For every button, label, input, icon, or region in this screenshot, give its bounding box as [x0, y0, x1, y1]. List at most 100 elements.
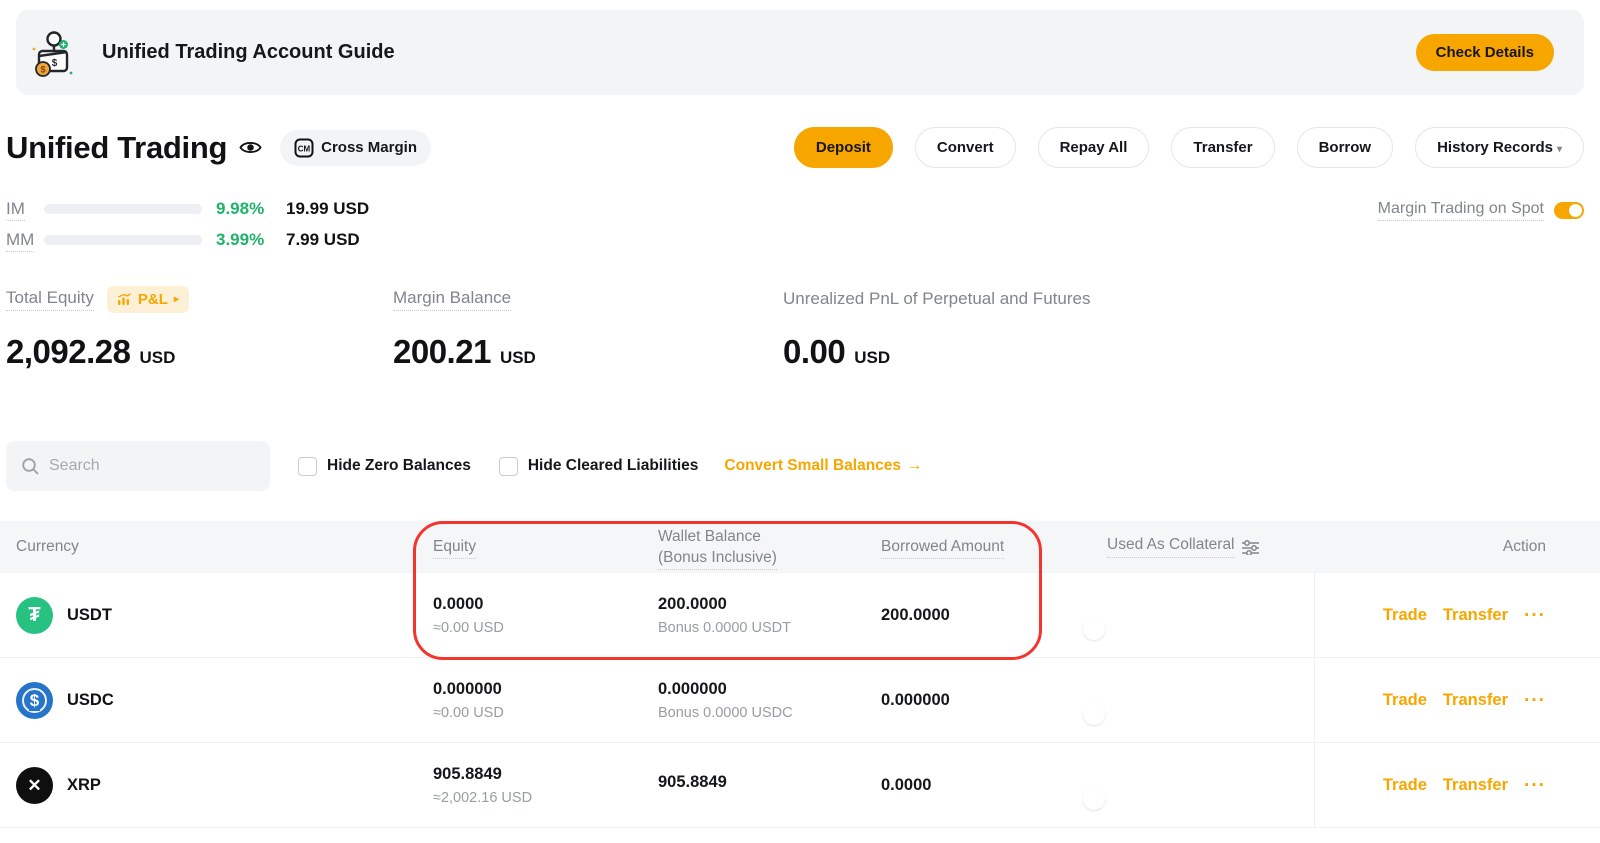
chevron-down-icon: ▾ [1557, 144, 1562, 155]
convert-small-balances-link[interactable]: Convert Small Balances → [724, 457, 922, 475]
hide-cleared-liabilities-checkbox[interactable] [499, 457, 518, 476]
pnl-badge[interactable]: P&L▸ [107, 286, 189, 313]
table-row-usdt: ₮ USDT 0.0000 ≈0.00 USD 200.0000 Bonus 0… [0, 573, 1600, 658]
currency-symbol: USDC [67, 691, 114, 710]
guide-banner-title: Unified Trading Account Guide [102, 41, 395, 64]
total-equity-label: Total Equity [6, 288, 94, 311]
history-records-dropdown[interactable]: History Records▾ [1415, 127, 1584, 168]
action-cell: Trade Transfer ··· [1314, 743, 1600, 828]
mm-percent: 3.99% [216, 230, 278, 250]
currency-symbol: USDT [67, 606, 112, 625]
pnl-chart-icon [117, 293, 132, 306]
hide-zero-balances-label: Hide Zero Balances [327, 457, 471, 475]
hide-zero-balances-filter[interactable]: Hide Zero Balances [298, 457, 471, 476]
hide-zero-balances-checkbox[interactable] [298, 457, 317, 476]
mm-progress-bar [44, 235, 202, 245]
mm-label: MM [6, 230, 44, 250]
total-equity-unit: USD [139, 348, 175, 368]
deposit-button[interactable]: Deposit [794, 127, 893, 168]
borrowed-amount-cell: 0.000000 [865, 691, 1091, 710]
trade-link[interactable]: Trade [1383, 606, 1427, 625]
mm-usd-value: 7.99 USD [286, 230, 360, 250]
currency-cell: ✕ XRP [0, 767, 417, 804]
trade-link[interactable]: Trade [1383, 691, 1427, 710]
unrealized-pnl-label: Unrealized PnL of Perpetual and Futures [783, 289, 1090, 309]
currency-cell: $ USDC [0, 682, 417, 719]
collateral-settings-icon[interactable] [1242, 540, 1259, 555]
asset-table-header: Currency Equity Wallet Balance (Bonus In… [0, 521, 1600, 573]
svg-text:CM: CM [298, 144, 311, 153]
margin-ratio-section: IM 9.98% 19.99 USD MM 3.99% 7.99 USD Mar… [6, 198, 1584, 251]
margin-balance-value: 200.21 [393, 333, 491, 371]
equity-cell: 0.0000 ≈0.00 USD [417, 595, 642, 636]
transfer-button[interactable]: Transfer [1171, 127, 1274, 168]
caret-right-icon: ▸ [174, 294, 179, 305]
search-input[interactable] [49, 457, 239, 475]
table-row-xrp: ✕ XRP 905.8849 ≈2,002.16 USD 905.8849 0.… [0, 743, 1600, 828]
action-cell: Trade Transfer ··· [1314, 658, 1600, 743]
margin-trading-on-spot-toggle[interactable] [1554, 202, 1584, 219]
transfer-link[interactable]: Transfer [1443, 776, 1508, 795]
repay-all-button[interactable]: Repay All [1038, 127, 1150, 168]
wallet-balance-cell: 200.0000 Bonus 0.0000 USDT [642, 595, 865, 636]
borrowed-amount-cell: 200.0000 [865, 606, 1091, 625]
hide-balance-eye-icon[interactable] [239, 139, 262, 156]
arrow-right-icon: → [907, 457, 923, 475]
equity-cell: 905.8849 ≈2,002.16 USD [417, 765, 642, 806]
account-header: Unified Trading CM Cross Margin Deposit … [6, 127, 1584, 168]
col-wallet-balance[interactable]: Wallet Balance (Bonus Inclusive) [642, 526, 865, 568]
svg-text:$: $ [52, 58, 58, 69]
margin-trading-on-spot-label[interactable]: Margin Trading on Spot [1378, 200, 1544, 221]
currency-symbol: XRP [67, 776, 101, 795]
margin-balance-unit: USD [500, 348, 536, 368]
balance-summary: Total Equity P&L▸ 2,092.28 USD Margi [6, 287, 1584, 371]
im-percent: 9.98% [216, 199, 278, 219]
equity-cell: 0.000000 ≈0.00 USD [417, 680, 642, 721]
im-label: IM [6, 199, 44, 219]
convert-button[interactable]: Convert [915, 127, 1016, 168]
more-options-icon[interactable]: ··· [1524, 690, 1546, 712]
more-options-icon[interactable]: ··· [1524, 775, 1546, 797]
transfer-link[interactable]: Transfer [1443, 606, 1508, 625]
check-details-button[interactable]: Check Details [1416, 34, 1554, 71]
im-ratio-row: IM 9.98% 19.99 USD [6, 198, 369, 220]
hide-cleared-liabilities-filter[interactable]: Hide Cleared Liabilities [499, 457, 699, 476]
mm-ratio-row: MM 3.99% 7.99 USD [6, 229, 369, 251]
col-equity[interactable]: Equity [417, 538, 642, 556]
wallet-balance-cell: 0.000000 Bonus 0.0000 USDC [642, 680, 865, 721]
margin-mode-badge[interactable]: CM Cross Margin [280, 130, 431, 166]
transfer-link[interactable]: Transfer [1443, 691, 1508, 710]
cross-margin-icon: CM [294, 138, 314, 158]
col-currency: Currency [0, 538, 417, 556]
im-progress-bar [44, 204, 202, 214]
guide-banner: $ $ Unified Trading Account Guide Check … [16, 10, 1584, 95]
usdc-icon: $ [16, 682, 53, 719]
col-used-as-collateral[interactable]: Used As Collateral [1091, 536, 1314, 558]
table-row-usdc: $ USDC 0.000000 ≈0.00 USD 0.000000 Bonus… [0, 658, 1600, 743]
unified-trading-page: $ $ Unified Trading Account Guide Check … [0, 10, 1600, 843]
borrow-button[interactable]: Borrow [1297, 127, 1394, 168]
im-usd-value: 19.99 USD [286, 199, 369, 219]
unrealized-pnl-stat: Unrealized PnL of Perpetual and Futures … [783, 287, 1090, 371]
col-borrowed-amount[interactable]: Borrowed Amount [865, 538, 1091, 556]
col-action: Action [1314, 538, 1600, 556]
search-box[interactable] [6, 441, 270, 491]
hide-cleared-liabilities-label: Hide Cleared Liabilities [528, 457, 699, 475]
total-equity-value: 2,092.28 [6, 333, 130, 371]
margin-trading-on-spot: Margin Trading on Spot [1378, 200, 1584, 221]
xrp-icon: ✕ [16, 767, 53, 804]
currency-cell: ₮ USDT [0, 597, 417, 634]
margin-balance-label: Margin Balance [393, 288, 511, 311]
search-icon [21, 457, 39, 475]
trade-link[interactable]: Trade [1383, 776, 1427, 795]
svg-text:$: $ [40, 64, 45, 74]
asset-table: Currency Equity Wallet Balance (Bonus In… [0, 521, 1600, 828]
margin-balance-stat: Margin Balance 200.21 USD [393, 287, 783, 371]
usdt-icon: ₮ [16, 597, 53, 634]
page-title: Unified Trading [6, 130, 227, 166]
more-options-icon[interactable]: ··· [1524, 605, 1546, 627]
borrowed-amount-cell: 0.0000 [865, 776, 1091, 795]
wallet-guide-icon: $ $ [30, 29, 76, 77]
account-actions: Deposit Convert Repay All Transfer Borro… [794, 127, 1584, 168]
asset-filter-bar: Hide Zero Balances Hide Cleared Liabilit… [6, 441, 1584, 491]
